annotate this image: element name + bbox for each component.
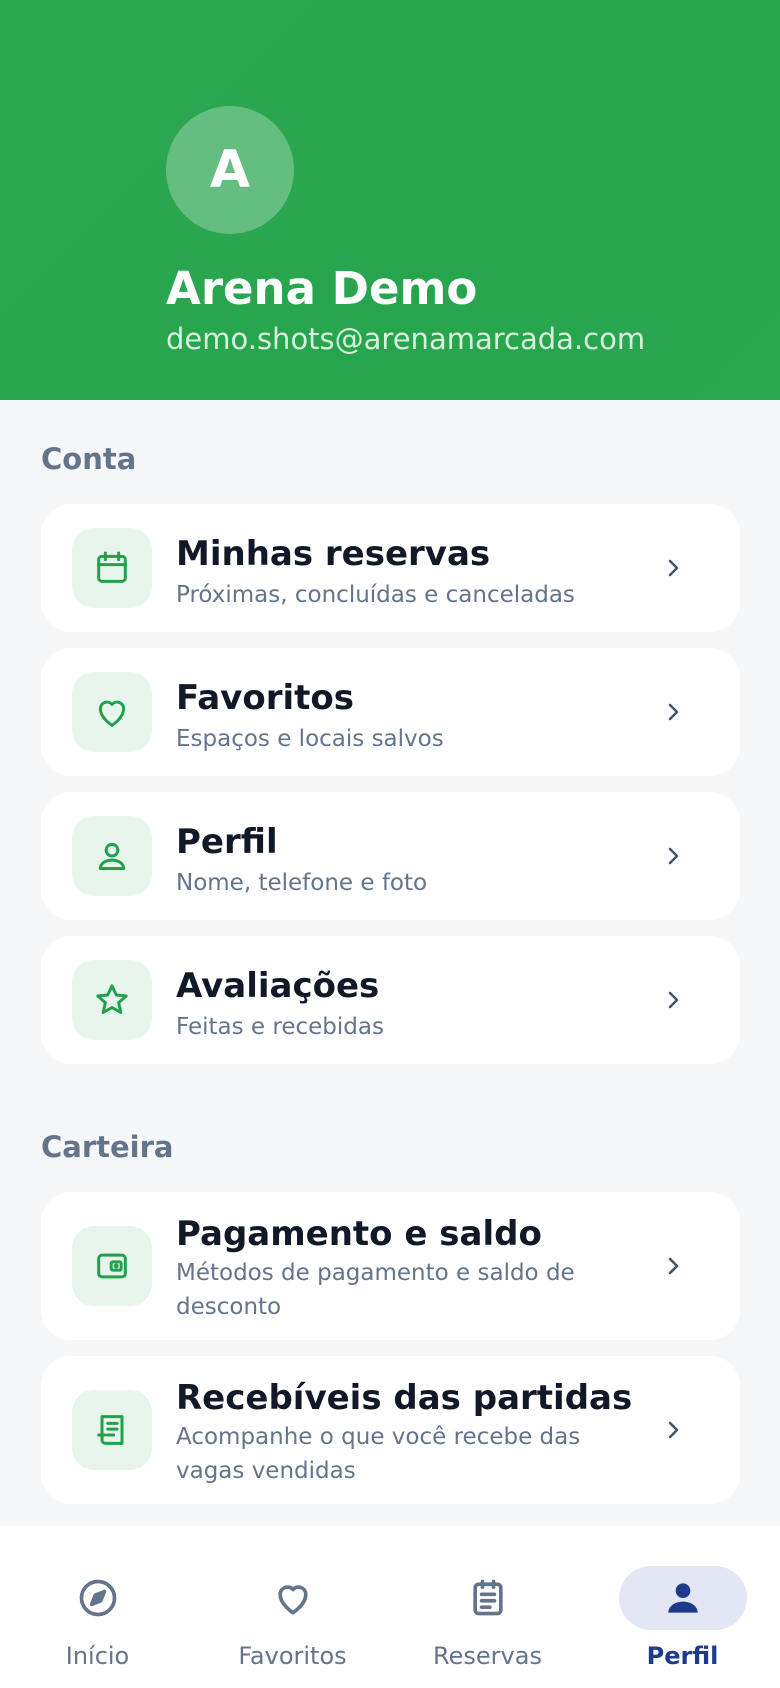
menu-item-subtitle: Nome, telefone e foto (176, 870, 428, 896)
tab-label: Início (65, 1642, 130, 1670)
section-title-account: Conta (41, 442, 137, 476)
receipt-icon (72, 1390, 152, 1470)
chevron-right-icon (661, 700, 685, 724)
user-name: Arena Demo (166, 262, 478, 315)
chevron-right-icon (661, 1254, 685, 1278)
chevron-right-icon (661, 988, 685, 1012)
menu-item-subtitle: Métodos de pagamento e saldo de desconto (176, 1260, 575, 1320)
menu-item-title: Favoritos (176, 678, 354, 718)
profile-header: A Arena Demo demo.shots@arenamarcada.com (0, 0, 780, 400)
menu-item-profile[interactable]: Perfil Nome, telefone e foto (41, 792, 740, 920)
menu-item-title: Minhas reservas (176, 534, 491, 574)
avatar-initial: A (209, 140, 251, 200)
avatar[interactable]: A (166, 106, 294, 234)
user-email: demo.shots@arenamarcada.com (166, 322, 646, 356)
tab-home[interactable]: Início (0, 1526, 195, 1688)
chevron-right-icon (661, 844, 685, 868)
menu-item-payment[interactable]: Pagamento e saldo Métodos de pagamento e… (41, 1192, 740, 1340)
tab-label: Reservas (433, 1642, 542, 1670)
menu-item-title: Recebíveis das partidas (176, 1378, 633, 1418)
person-icon (618, 1566, 747, 1630)
chevron-right-icon (661, 1418, 685, 1442)
calendar-icon (72, 528, 152, 608)
menu-item-receivables[interactable]: Recebíveis das partidas Acompanhe o que … (41, 1356, 740, 1504)
menu-item-subtitle: Feitas e recebidas (176, 1014, 384, 1040)
person-icon (72, 816, 152, 896)
tab-label: Favoritos (238, 1642, 347, 1670)
menu-item-favorites[interactable]: Favoritos Espaços e locais salvos (41, 648, 740, 776)
wallet-icon (72, 1226, 152, 1306)
menu-item-title: Perfil (176, 822, 278, 862)
menu-item-reviews[interactable]: Avaliações Feitas e recebidas (41, 936, 740, 1064)
tab-profile[interactable]: Perfil (585, 1526, 780, 1688)
section-title-wallet: Carteira (41, 1130, 174, 1164)
tab-bookings[interactable]: Reservas (390, 1526, 585, 1688)
clipboard-icon (424, 1566, 552, 1630)
tab-label: Perfil (646, 1642, 719, 1670)
tab-favorites[interactable]: Favoritos (195, 1526, 390, 1688)
star-icon (72, 960, 152, 1040)
menu-item-title: Avaliações (176, 966, 380, 1006)
menu-item-subtitle: Acompanhe o que você recebe das vagas ve… (176, 1424, 581, 1484)
chevron-right-icon (661, 556, 685, 580)
heart-icon (72, 672, 152, 752)
menu-item-title: Pagamento e saldo (176, 1214, 542, 1254)
menu-item-subtitle: Espaços e locais salvos (176, 726, 444, 752)
menu-item-subtitle: Próximas, concluídas e canceladas (176, 582, 575, 608)
bottom-tab-bar: Início Favoritos Reservas Perfil (0, 1526, 780, 1688)
menu-item-my-bookings[interactable]: Minhas reservas Próximas, concluídas e c… (41, 504, 740, 632)
heart-icon (229, 1566, 357, 1630)
compass-icon (34, 1566, 162, 1630)
